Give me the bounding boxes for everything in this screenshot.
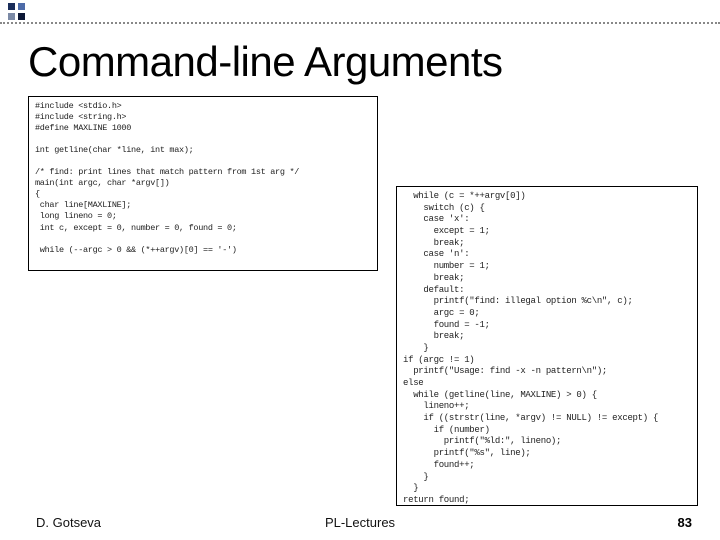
logo-square bbox=[18, 3, 25, 10]
code-block-left: #include <stdio.h> #include <string.h> #… bbox=[28, 96, 378, 271]
logo-square bbox=[8, 3, 15, 10]
slide-title: Command-line Arguments bbox=[28, 38, 503, 86]
header-bar bbox=[0, 0, 720, 24]
logo-square bbox=[18, 13, 25, 20]
page-number: 83 bbox=[678, 515, 692, 530]
logo-square bbox=[8, 13, 15, 20]
corner-logo bbox=[8, 3, 25, 20]
footer: D. Gotseva PL-Lectures 83 bbox=[0, 510, 720, 530]
footer-center: PL-Lectures bbox=[0, 515, 720, 530]
code-block-right: while (c = *++argv[0]) switch (c) { case… bbox=[396, 186, 698, 506]
